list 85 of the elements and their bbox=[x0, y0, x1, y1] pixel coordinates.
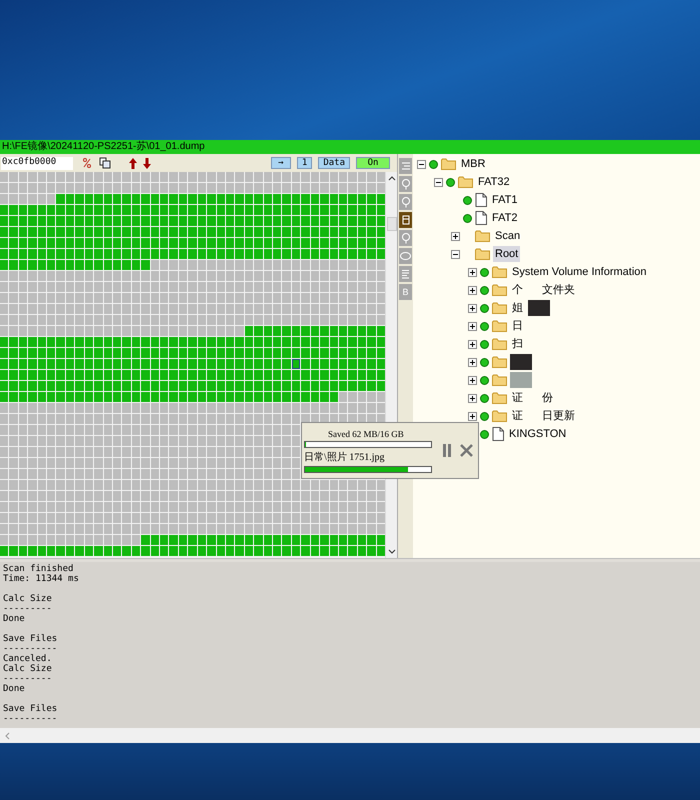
folder-icon bbox=[492, 302, 507, 314]
tree-item-label: 文件夹 bbox=[541, 282, 575, 298]
pause-icon[interactable] bbox=[442, 444, 452, 457]
folder-icon bbox=[475, 230, 490, 242]
list-icon bbox=[400, 161, 410, 171]
scroll-icon bbox=[400, 215, 410, 225]
expand-toggle[interactable] bbox=[468, 340, 477, 348]
folder-icon bbox=[475, 248, 490, 260]
file-label: 日常\照片 1751.jpg bbox=[304, 451, 386, 465]
scroll-up-icon[interactable] bbox=[388, 175, 396, 181]
tool-button[interactable] bbox=[399, 212, 412, 228]
log-line: Save Files bbox=[3, 634, 58, 644]
log-line: Calc Size bbox=[3, 664, 53, 674]
log-line: Scan finished bbox=[3, 564, 74, 574]
log-line: Calc Size bbox=[3, 594, 53, 604]
tree-item[interactable]: Root bbox=[493, 246, 520, 262]
tree-item[interactable]: 个 bbox=[510, 282, 525, 298]
folder-icon bbox=[492, 356, 507, 368]
folder-icon bbox=[492, 266, 507, 278]
scroll-down-icon[interactable] bbox=[388, 549, 396, 555]
tree-item[interactable]: FAT1 bbox=[490, 192, 520, 208]
down-arrow-icon[interactable] bbox=[143, 158, 151, 168]
expand-toggle[interactable] bbox=[468, 394, 477, 402]
close-icon[interactable] bbox=[460, 444, 473, 457]
log-line: Canceled. bbox=[3, 654, 53, 664]
log-line: --------- bbox=[3, 604, 53, 614]
toolbar-button[interactable]: On bbox=[356, 157, 390, 169]
expand-toggle[interactable] bbox=[468, 268, 477, 276]
toolbar-button[interactable]: → bbox=[270, 157, 291, 169]
tree-item-label: 份 bbox=[541, 390, 553, 406]
folder-icon bbox=[492, 320, 507, 332]
folder-icon bbox=[492, 410, 507, 422]
expand-toggle[interactable] bbox=[468, 322, 477, 330]
folder-icon bbox=[492, 284, 507, 296]
copy-icon[interactable] bbox=[99, 157, 111, 169]
text-lines-icon bbox=[401, 269, 410, 279]
file-icon bbox=[475, 211, 487, 225]
tree-item[interactable]: KINGSTON bbox=[507, 426, 568, 442]
log-line: Time: 11344 ms bbox=[3, 574, 80, 584]
tree-item[interactable]: 证 bbox=[510, 408, 525, 424]
collapse-toggle[interactable] bbox=[451, 250, 460, 258]
percent-icon[interactable] bbox=[83, 158, 91, 168]
folder-icon bbox=[492, 338, 507, 350]
saved-label: Saved 62 MB/16 GB bbox=[327, 428, 405, 440]
tree-item[interactable]: FAT32 bbox=[476, 174, 512, 190]
tree-item[interactable]: Scan bbox=[493, 228, 522, 244]
log-line: Save Files bbox=[3, 704, 58, 714]
collapse-toggle[interactable] bbox=[434, 178, 443, 186]
tree-item-label: 日更新 bbox=[541, 408, 575, 424]
tree-item[interactable]: System Volume Information bbox=[510, 264, 649, 280]
expand-toggle[interactable] bbox=[468, 304, 477, 312]
bulb-icon bbox=[400, 178, 410, 190]
log-line: Done bbox=[3, 614, 26, 624]
folder-icon bbox=[458, 176, 473, 188]
log-line: ---------- bbox=[3, 644, 58, 654]
expand-toggle[interactable] bbox=[468, 358, 477, 366]
log-line: --------- bbox=[3, 674, 53, 684]
ellipse-icon bbox=[400, 252, 411, 260]
log-line: Done bbox=[3, 684, 26, 694]
tree-item[interactable]: 日 bbox=[510, 318, 525, 334]
file-icon bbox=[475, 193, 487, 207]
tree-item[interactable]: 扫 bbox=[510, 336, 525, 352]
folder-icon bbox=[492, 392, 507, 404]
expand-toggle[interactable] bbox=[468, 412, 477, 420]
address-field[interactable]: 0xc0fb0000 bbox=[1, 156, 73, 170]
file-icon bbox=[492, 427, 504, 441]
tree-item[interactable]: 证 bbox=[510, 390, 525, 406]
bulb-icon bbox=[400, 232, 410, 244]
tree-item[interactable]: MBR bbox=[459, 156, 488, 172]
up-arrow-icon[interactable] bbox=[129, 158, 137, 168]
horizontal-scrollbar[interactable] bbox=[0, 728, 700, 743]
expand-toggle[interactable] bbox=[468, 376, 477, 384]
tree-item[interactable]: FAT2 bbox=[490, 210, 520, 226]
folder-icon bbox=[441, 158, 456, 170]
expand-toggle[interactable] bbox=[451, 232, 460, 240]
folder-icon bbox=[492, 374, 507, 386]
tree-item[interactable]: 姐 bbox=[510, 300, 525, 316]
toolbar-button[interactable]: Data bbox=[318, 157, 350, 169]
bulb-icon bbox=[400, 196, 410, 208]
expand-toggle[interactable] bbox=[468, 286, 477, 294]
log-line: ---------- bbox=[3, 714, 58, 724]
collapse-toggle[interactable] bbox=[417, 160, 426, 168]
toolbar-button[interactable]: 1 bbox=[296, 157, 312, 169]
window-title: H:\FE镜像\20241120-PS2251-苏\01_01.dump bbox=[0, 140, 700, 154]
scroll-thumb[interactable] bbox=[386, 217, 396, 231]
